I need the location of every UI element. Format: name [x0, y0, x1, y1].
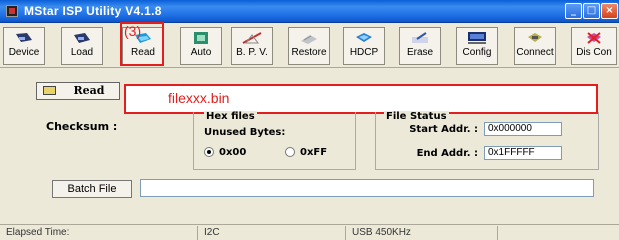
radio-selected-indicator: [204, 147, 214, 157]
disconnect-button[interactable]: Dis Con: [571, 27, 617, 65]
load-button[interactable]: Load: [61, 27, 103, 65]
auto-button[interactable]: Auto: [180, 27, 222, 65]
annotation-step-number: (3): [124, 23, 142, 39]
start-address-label: Start Addr. :: [409, 124, 478, 135]
read-button[interactable]: Read: [36, 82, 120, 100]
radio-0xff[interactable]: 0xFF: [285, 147, 327, 158]
connect-icon: [528, 33, 542, 42]
close-button[interactable]: ×: [601, 3, 618, 19]
checksum-label: Checksum :: [46, 120, 118, 133]
erase-button[interactable]: Erase: [399, 27, 441, 65]
annotation-filename: filexxx.bin: [168, 90, 230, 106]
hdcp-button[interactable]: HDCP: [343, 27, 385, 65]
unused-bytes-label: Unused Bytes:: [204, 127, 286, 138]
device-button[interactable]: Device: [3, 27, 45, 65]
load-icon: [74, 33, 90, 43]
radio-unselected-indicator: [285, 147, 295, 157]
auto-icon: [194, 32, 208, 44]
annotation-filename-box: filexxx.bin: [124, 84, 598, 114]
window-title: MStar ISP Utility V4.1.8: [24, 4, 162, 18]
erase-icon: [412, 32, 428, 43]
hex-files-title: Hex files: [204, 111, 257, 122]
device-icon: [16, 33, 32, 42]
end-address-field[interactable]: 0x1FFFFF: [484, 146, 562, 160]
config-button[interactable]: Config: [456, 27, 498, 65]
folder-icon: [43, 86, 56, 95]
bus-type-label: I2C: [200, 226, 346, 240]
start-address-field[interactable]: 0x000000: [484, 122, 562, 136]
batch-file-button[interactable]: Batch File: [52, 180, 132, 198]
file-status-title: File Status: [384, 111, 449, 122]
radio-0x00[interactable]: 0x00: [204, 147, 246, 158]
usb-speed-label: USB 450KHz: [348, 226, 498, 240]
restore-icon: [301, 35, 317, 44]
title-bar: MStar ISP Utility V4.1.8 _ □ ×: [0, 0, 619, 23]
app-icon: [6, 5, 18, 17]
elapsed-time-label: Elapsed Time:: [2, 226, 198, 240]
status-bar: Elapsed Time: I2C USB 450KHz: [0, 224, 619, 240]
toolbar: Device Load Read Auto B. P. V. Restore H…: [0, 24, 619, 68]
connect-button[interactable]: Connect: [514, 27, 556, 65]
maximize-button[interactable]: □: [583, 3, 600, 19]
hdcp-icon: [356, 33, 372, 42]
end-address-label: End Addr. :: [416, 148, 478, 159]
minimize-button[interactable]: _: [565, 3, 582, 19]
config-icon: [468, 32, 486, 44]
restore-button[interactable]: Restore: [288, 27, 330, 65]
batch-file-path-field[interactable]: [140, 179, 594, 197]
disconnect-icon: [587, 32, 601, 44]
bpv-button[interactable]: B. P. V.: [231, 27, 273, 65]
bpv-icon: [242, 32, 262, 44]
